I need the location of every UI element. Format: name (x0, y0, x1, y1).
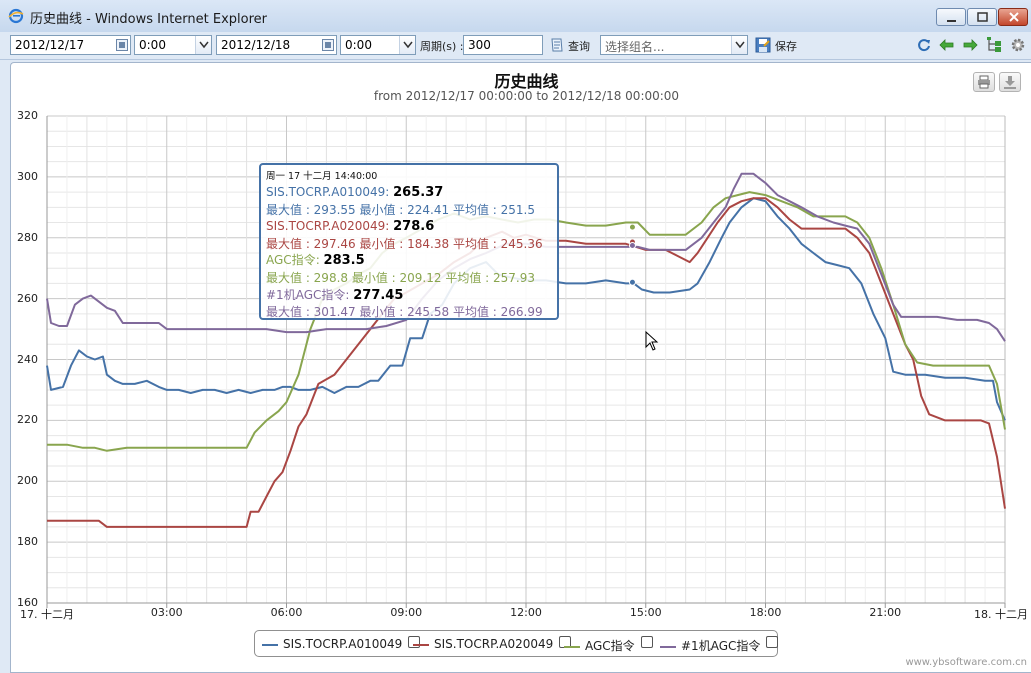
legend-line (564, 645, 580, 648)
tooltip-marker (628, 278, 636, 286)
tooltip-entry: AGC指令: 283.5 (266, 253, 365, 269)
y-tick-label: 280 (17, 230, 38, 244)
y-tick-label: 220 (17, 413, 38, 427)
chart-legend: SIS.TOCRP.A010049 SIS.TOCRP.A020049 AGC指… (254, 630, 779, 657)
tooltip-stats: 最大值 : 293.55 最小值 : 224.41 平均值 : 251.5 (266, 202, 535, 217)
tooltip-value: 265.37 (393, 185, 444, 200)
y-tick-label: 300 (17, 169, 38, 183)
y-tick-label: 320 (17, 109, 38, 122)
tooltip-series-name: SIS.TOCRP.A020049 (266, 219, 386, 234)
x-tick-label: 18:00 (749, 606, 782, 619)
printer-icon (978, 75, 990, 89)
tooltip-entry: #1机AGC指令: 277.45 (266, 287, 404, 303)
legend-label: #1机AGC指令 (681, 639, 761, 653)
legend-item-a020049[interactable]: SIS.TOCRP.A020049 (413, 636, 572, 651)
x-tick-label: 09:00 (390, 606, 423, 619)
credits-link[interactable]: www.ybsoftware.com.cn (905, 657, 1027, 668)
tooltip-series-name: AGC指令 (266, 253, 316, 268)
tooltip-stats: 最大值 : 301.47 最小值 : 245.58 平均值 : 266.99 (266, 305, 543, 320)
x-tick-label: 03:00 (150, 606, 183, 619)
print-button[interactable] (973, 72, 995, 92)
x-tick-label: 06:00 (270, 606, 303, 619)
tooltip-marker (628, 242, 636, 250)
legend-item-a010049[interactable]: SIS.TOCRP.A010049 (262, 636, 421, 651)
tooltip-entry: SIS.TOCRP.A010049: 265.37 (266, 185, 444, 200)
y-tick-label: 200 (17, 474, 38, 488)
y-tick-label: 240 (17, 352, 38, 366)
chart-tooltip: 周一 17 十二月 14:40:00 SIS.TOCRP.A010049: 26… (259, 163, 559, 320)
tooltip-series-name: #1机AGC指令 (266, 287, 346, 302)
tooltip-value: 283.5 (323, 253, 365, 269)
chart-subtitle: from 2012/12/17 00:00:00 to 2012/12/18 0… (373, 89, 680, 103)
x-tick-label: 12:00 (510, 606, 542, 619)
legend-checkbox[interactable] (766, 636, 779, 648)
tooltip-stats: 最大值 : 298.8 最小值 : 209.12 平均值 : 257.93 (266, 270, 535, 285)
x-tick-label: 15:00 (629, 606, 662, 619)
x-tick-label: 17. 十二月 (20, 608, 74, 621)
tooltip-marker (628, 223, 636, 231)
download-icon (1004, 76, 1016, 89)
x-tick-label: 18. 十二月 (974, 608, 1028, 621)
legend-line (660, 645, 676, 648)
y-tick-label: 260 (17, 291, 38, 305)
x-tick-label: 21:00 (869, 606, 902, 619)
tooltip-value: 277.45 (353, 287, 404, 303)
mouse-cursor-icon (645, 331, 659, 351)
tooltip-entry: SIS.TOCRP.A020049: 278.6 (266, 219, 435, 235)
legend-label: AGC指令 (585, 639, 635, 653)
export-button[interactable] (999, 72, 1021, 92)
tooltip-series-name: SIS.TOCRP.A010049 (266, 185, 386, 199)
legend-item-unit1-agc[interactable]: #1机AGC指令 (660, 636, 779, 653)
legend-item-agc[interactable]: AGC指令 (564, 636, 653, 653)
legend-line (262, 643, 278, 646)
legend-checkbox[interactable] (640, 636, 653, 648)
y-tick-label: 180 (17, 535, 38, 549)
legend-label: SIS.TOCRP.A010049 (283, 637, 403, 651)
tooltip-stats: 最大值 : 297.46 最小值 : 184.38 平均值 : 245.36 (266, 236, 543, 251)
tooltip-value: 278.6 (393, 219, 435, 235)
tooltip-header: 周一 17 十二月 14:40:00 (266, 171, 378, 182)
legend-line (413, 643, 429, 646)
legend-label: SIS.TOCRP.A020049 (434, 637, 554, 651)
